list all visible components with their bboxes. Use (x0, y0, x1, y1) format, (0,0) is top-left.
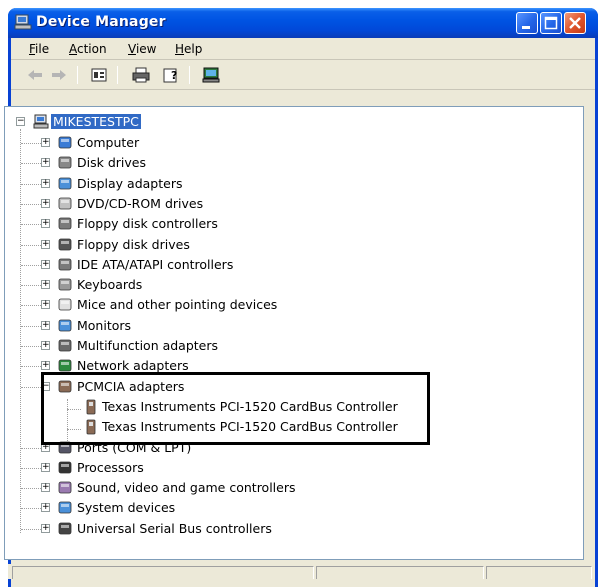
tree-line (21, 488, 41, 490)
expand-icon[interactable]: + (41, 503, 50, 513)
minimize-icon (522, 26, 530, 29)
menu-view[interactable]: View (128, 42, 156, 56)
tree-category-label[interactable]: Multifunction adapters (77, 338, 218, 353)
processor-icon (58, 461, 72, 474)
expand-icon[interactable]: + (41, 300, 50, 310)
tree-category-label[interactable]: Monitors (77, 318, 131, 333)
tree-line (21, 386, 41, 388)
tree-root-label[interactable]: MIKESTESTPC (51, 114, 141, 129)
system-icon (58, 501, 72, 514)
tree-category-label[interactable]: Processors (77, 460, 144, 475)
status-cell (12, 566, 314, 579)
display-adapter-icon (58, 177, 72, 189)
multifunction-icon (58, 339, 72, 352)
expand-icon[interactable]: + (41, 320, 50, 330)
tree-category-label[interactable]: Sound, video and game controllers (77, 480, 296, 495)
expand-icon[interactable]: + (41, 158, 50, 168)
menu-help[interactable]: Help (175, 42, 202, 56)
menu-bar: File Action View Help (11, 38, 595, 60)
tree-line (21, 508, 41, 510)
usb-icon (58, 522, 72, 535)
status-cell (486, 566, 592, 579)
expand-icon[interactable]: + (41, 178, 50, 188)
expand-icon[interactable]: + (41, 259, 50, 269)
tree-line (20, 129, 21, 533)
back-icon[interactable] (25, 66, 45, 84)
expand-icon[interactable]: + (41, 219, 50, 229)
tree-category-label[interactable]: Floppy disk drives (77, 237, 190, 252)
expand-icon[interactable]: + (41, 138, 50, 147)
tree-category-label[interactable]: System devices (77, 500, 175, 515)
tree-category-label[interactable]: Mice and other pointing devices (77, 297, 277, 312)
expand-icon[interactable]: + (41, 462, 50, 472)
expand-icon[interactable]: + (41, 341, 50, 350)
update-driver-icon[interactable] (201, 66, 221, 84)
menu-action[interactable]: Action (69, 42, 107, 56)
tree-category-label[interactable]: Display adapters (77, 176, 182, 191)
tree-line (21, 467, 41, 469)
close-button[interactable] (564, 12, 586, 34)
tree-category-label[interactable]: IDE ATA/ATAPI controllers (77, 257, 233, 272)
print-icon[interactable] (131, 66, 151, 84)
expand-icon[interactable]: + (41, 361, 50, 371)
tree-line (21, 528, 41, 530)
tree-line (21, 183, 41, 185)
expand-icon[interactable]: + (41, 280, 50, 290)
maximize-button[interactable] (540, 12, 562, 34)
controller-icon (58, 217, 72, 230)
status-cell (316, 566, 484, 579)
tree-line (21, 203, 41, 205)
tree-line (21, 264, 41, 266)
close-icon (569, 17, 581, 29)
computer-icon (14, 14, 32, 30)
tree-category-label[interactable]: Keyboards (77, 277, 142, 292)
menu-file[interactable]: File (29, 42, 49, 56)
svg-text:?: ? (171, 69, 177, 82)
toolbar-separator (77, 66, 78, 84)
expand-icon[interactable]: + (41, 239, 50, 249)
tree-category-label[interactable]: Computer (77, 135, 139, 150)
tree-category-label[interactable]: Universal Serial Bus controllers (77, 521, 272, 536)
window-title: Device Manager (36, 14, 166, 30)
toolbar-separator (189, 66, 190, 84)
minimize-button[interactable] (516, 12, 538, 34)
tree-line (21, 447, 41, 449)
help-icon[interactable]: ? (161, 66, 181, 84)
tree-line (21, 163, 41, 165)
tree-line (21, 224, 41, 226)
computer-icon (58, 136, 72, 149)
device-tree-panel[interactable]: − MIKESTESTPC + Computer + Disk drives + Disp… (4, 106, 584, 560)
tree-category-label[interactable]: Floppy disk controllers (77, 216, 218, 231)
expand-icon[interactable]: + (41, 483, 50, 493)
collapse-icon[interactable]: − (16, 117, 25, 126)
tree-category-label[interactable]: Disk drives (77, 155, 146, 170)
title-bar[interactable]: Device Manager (8, 8, 598, 38)
forward-icon[interactable] (49, 66, 69, 84)
toolbar-separator (117, 66, 118, 84)
tree-line (21, 346, 41, 347)
sound-icon (58, 481, 72, 494)
mouse-icon (58, 298, 72, 311)
computer-icon (33, 114, 49, 129)
expand-icon[interactable]: + (41, 523, 50, 533)
toolbar: ? (11, 60, 595, 90)
controller-icon (58, 258, 72, 271)
monitor-icon (58, 319, 72, 332)
tree-category-label[interactable]: DVD/CD-ROM drives (77, 196, 203, 211)
highlight-box (41, 372, 430, 445)
tree-line (21, 285, 41, 287)
keyboard-icon (58, 278, 72, 291)
disk-drive-icon (58, 156, 72, 169)
tree-line (21, 305, 41, 307)
tree-line (21, 244, 41, 246)
tree-line (21, 366, 41, 368)
properties-icon[interactable] (89, 66, 109, 84)
cdrom-icon (58, 197, 72, 210)
floppy-icon (58, 238, 72, 250)
maximize-icon (544, 16, 558, 30)
tree-line (21, 143, 41, 144)
expand-icon[interactable]: + (41, 198, 50, 208)
status-bar (8, 564, 592, 579)
tree-line (21, 325, 41, 327)
